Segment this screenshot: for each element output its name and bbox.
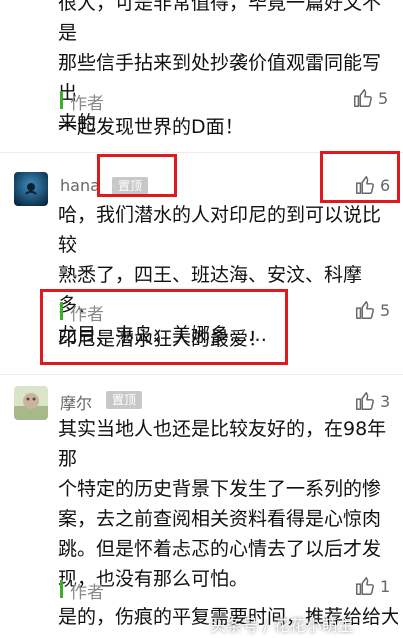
author-accent-bar [60, 580, 63, 598]
divider [0, 374, 403, 375]
highlight-box-reply [40, 289, 288, 365]
like-button[interactable]: 5 [354, 299, 390, 321]
author-label: 作者 [70, 583, 104, 603]
comment-line: 个特定的历史背景下发生了一系列的惨 [58, 478, 382, 500]
username[interactable]: 摩尔 [60, 390, 92, 414]
thumbs-up-icon [354, 299, 376, 321]
like-count: 5 [378, 88, 389, 108]
like-button[interactable]: 5 [352, 87, 388, 109]
like-count: 5 [380, 300, 391, 320]
comment-line: 跳。但是怀着忐忑的心情去了以后才发 [58, 538, 382, 560]
author-accent-bar [60, 91, 63, 109]
like-count: 3 [380, 391, 391, 411]
avatar[interactable] [14, 386, 48, 420]
avatar[interactable] [14, 172, 48, 206]
comment-line: 案，去之前查阅相关资料看得是心惊肉 [58, 508, 382, 530]
comment-line: 哈，我们潜水的人对印尼的到可以说比较 [58, 204, 382, 256]
comment-line: 那些信手拈来到处抄袭价值观雷同能写出 [58, 52, 382, 104]
author-label: 作者 [70, 94, 104, 114]
like-button[interactable]: 3 [354, 390, 390, 412]
comment-line: 很大，可是非常值得，毕竟一篇好文不是 [58, 0, 382, 44]
watermark: 头条号 / 花花小萌主 [210, 616, 354, 635]
like-button[interactable]: 1 [354, 575, 390, 597]
comment-line: 现，也没有那么可怕。 [58, 568, 249, 590]
highlight-box-pin [97, 154, 177, 197]
pin-badge: 置顶 [106, 391, 143, 409]
highlight-box-likes [320, 151, 400, 203]
thumbs-up-icon [352, 87, 374, 109]
comment-line: 其实当地人也还是比较友好的，在98年那 [58, 418, 387, 470]
thumbs-up-icon [354, 390, 376, 412]
like-count: 1 [380, 576, 391, 596]
thumbs-up-icon [354, 575, 376, 597]
username[interactable]: hana [60, 176, 100, 195]
reply-text: 一起发现世界的D面！ [58, 116, 244, 138]
comment-text: 其实当地人也还是比较友好的，在98年那 个特定的历史背景下发生了一系列的惨 案，… [58, 414, 398, 594]
